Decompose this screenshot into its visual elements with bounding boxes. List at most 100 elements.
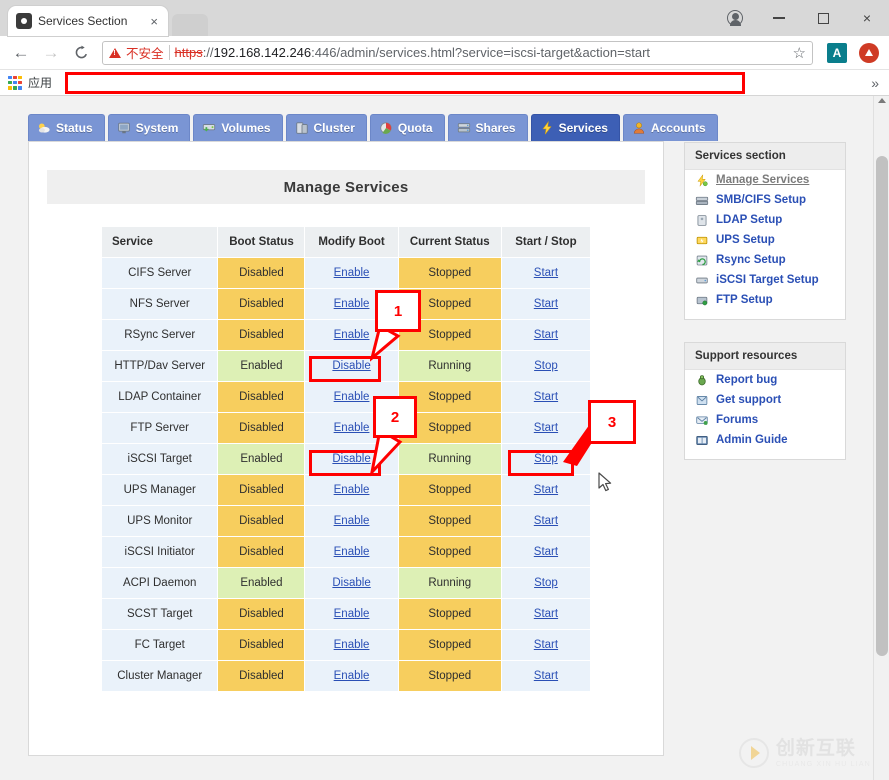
start-stop-link[interactable]: Start [534, 298, 558, 310]
scrollbar-thumb[interactable] [876, 156, 888, 656]
tab-system[interactable]: System [108, 114, 191, 141]
cell-start-stop: Start [501, 320, 590, 351]
start-stop-link[interactable]: Stop [534, 453, 558, 465]
server-icon [457, 121, 471, 135]
modify-boot-link[interactable]: Enable [334, 639, 370, 651]
cell-boot-status: Disabled [218, 475, 305, 506]
cell-modify-boot: Enable [305, 382, 398, 413]
tab-volumes[interactable]: Volumes [193, 114, 282, 141]
start-stop-link[interactable]: Stop [534, 577, 558, 589]
start-stop-link[interactable]: Start [534, 484, 558, 496]
start-stop-link[interactable]: Start [534, 515, 558, 527]
apps-label[interactable]: 应用 [28, 74, 52, 91]
cell-start-stop: Start [501, 289, 590, 320]
reload-icon[interactable] [68, 40, 94, 66]
warning-icon [109, 48, 121, 58]
sidebar-link-services-0[interactable]: Manage Services [685, 170, 845, 190]
cell-start-stop: Start [501, 661, 590, 692]
maximize-button[interactable] [801, 3, 845, 33]
tab-quota[interactable]: Quota [370, 114, 445, 141]
lightning-icon [695, 174, 709, 187]
server-icon [695, 194, 709, 207]
address-bar[interactable]: 不安全 https://192.168.142.246:446/admin/se… [102, 41, 813, 65]
close-window-button[interactable]: × [845, 3, 889, 33]
start-stop-link[interactable]: Start [534, 608, 558, 620]
page-viewport: Status System Volumes [0, 96, 889, 780]
start-stop-link[interactable]: Start [534, 639, 558, 651]
tab-cluster[interactable]: Cluster [286, 114, 367, 141]
bookmark-star-icon[interactable]: ☆ [787, 44, 806, 62]
start-stop-link[interactable]: Start [534, 422, 558, 434]
modify-boot-link[interactable]: Disable [332, 577, 370, 589]
main-content-panel: Manage Services Service Boot Status Modi… [28, 141, 664, 756]
sidebar-link-services-6[interactable]: FTP Setup [685, 290, 845, 310]
sidebar-link-services-1[interactable]: SMB/CIFS Setup [685, 190, 845, 210]
start-stop-link[interactable]: Start [534, 670, 558, 682]
sidebar-link-services-4[interactable]: Rsync Setup [685, 250, 845, 270]
url-path: :446/admin/services.html?service=iscsi-t… [311, 45, 650, 60]
modify-boot-link[interactable]: Enable [334, 484, 370, 496]
start-stop-link[interactable]: Start [534, 267, 558, 279]
start-stop-link[interactable]: Start [534, 391, 558, 403]
cell-service-name: NFS Server [102, 289, 218, 320]
browser-tab[interactable]: Services Section × [8, 6, 168, 36]
cell-boot-status: Disabled [218, 382, 305, 413]
extension-orange-icon[interactable] [859, 43, 879, 63]
browser-titlebar: Services Section × × [0, 0, 889, 36]
back-icon[interactable]: ← [8, 40, 34, 66]
cell-current-status: Stopped [398, 599, 501, 630]
cell-modify-boot: Enable [305, 413, 398, 444]
modify-boot-link[interactable]: Enable [334, 267, 370, 279]
start-stop-link[interactable]: Stop [534, 360, 558, 372]
sidebar-link-support-3[interactable]: Admin Guide [685, 430, 845, 450]
modify-boot-link[interactable]: Enable [334, 608, 370, 620]
sidebar-link-label: iSCSI Target Setup [716, 274, 819, 286]
minimize-button[interactable] [757, 3, 801, 33]
cell-current-status: Stopped [398, 289, 501, 320]
table-row: CIFS ServerDisabledEnableStoppedStart [102, 258, 591, 289]
start-stop-link[interactable]: Start [534, 329, 558, 341]
tab-label: Shares [476, 121, 516, 135]
modify-boot-link[interactable]: Enable [334, 329, 370, 341]
modify-boot-link[interactable]: Enable [334, 546, 370, 558]
tab-status[interactable]: Status [28, 114, 105, 141]
sidebar-link-services-3[interactable]: UPS Setup [685, 230, 845, 250]
cell-service-name: CIFS Server [102, 258, 218, 289]
sidebar-link-support-1[interactable]: Get support [685, 390, 845, 410]
sidebar-link-support-0[interactable]: Report bug [685, 370, 845, 390]
modify-boot-link[interactable]: Enable [334, 670, 370, 682]
bookmarks-overflow-icon[interactable]: » [871, 75, 879, 91]
sidebar-link-services-2[interactable]: LDAP Setup [685, 210, 845, 230]
modify-boot-link[interactable]: Disable [332, 453, 370, 465]
profile-icon[interactable] [713, 3, 757, 33]
ldap-icon [695, 214, 709, 227]
forward-icon[interactable]: → [38, 40, 64, 66]
sidebar-link-services-5[interactable]: iSCSI Target Setup [685, 270, 845, 290]
column-header-modify-boot: Modify Boot [305, 227, 398, 258]
table-row: iSCSI InitiatorDisabledEnableStoppedStar… [102, 537, 591, 568]
tab-services[interactable]: Services [531, 114, 620, 141]
modify-boot-link[interactable]: Enable [334, 391, 370, 403]
modify-boot-link[interactable]: Enable [334, 515, 370, 527]
cell-service-name: iSCSI Initiator [102, 537, 218, 568]
extension-a-icon[interactable]: A [827, 43, 847, 63]
tab-shares[interactable]: Shares [448, 114, 528, 141]
start-stop-link[interactable]: Start [534, 546, 558, 558]
page-scrollbar[interactable] [873, 96, 889, 780]
modify-boot-link[interactable]: Enable [334, 422, 370, 434]
scroll-up-icon[interactable] [878, 98, 886, 103]
services-table: Service Boot Status Modify Boot Current … [101, 226, 591, 692]
new-tab-button[interactable] [172, 14, 208, 36]
sidebar-link-support-2[interactable]: Forums [685, 410, 845, 430]
modify-boot-link[interactable]: Enable [334, 298, 370, 310]
cell-start-stop: Start [501, 599, 590, 630]
table-row: UPS MonitorDisabledEnableStoppedStart [102, 506, 591, 537]
modify-boot-link[interactable]: Disable [332, 360, 370, 372]
table-row: iSCSI TargetEnabledDisableRunningStop [102, 444, 591, 475]
tab-accounts[interactable]: Accounts [623, 114, 718, 141]
table-row: HTTP/Dav ServerEnabledDisableRunningStop [102, 351, 591, 382]
apps-grid-icon[interactable] [8, 76, 22, 90]
iscsi-target-icon [695, 274, 709, 287]
table-row: RSync ServerDisabledEnableStoppedStart [102, 320, 591, 351]
close-icon[interactable]: × [148, 15, 160, 28]
